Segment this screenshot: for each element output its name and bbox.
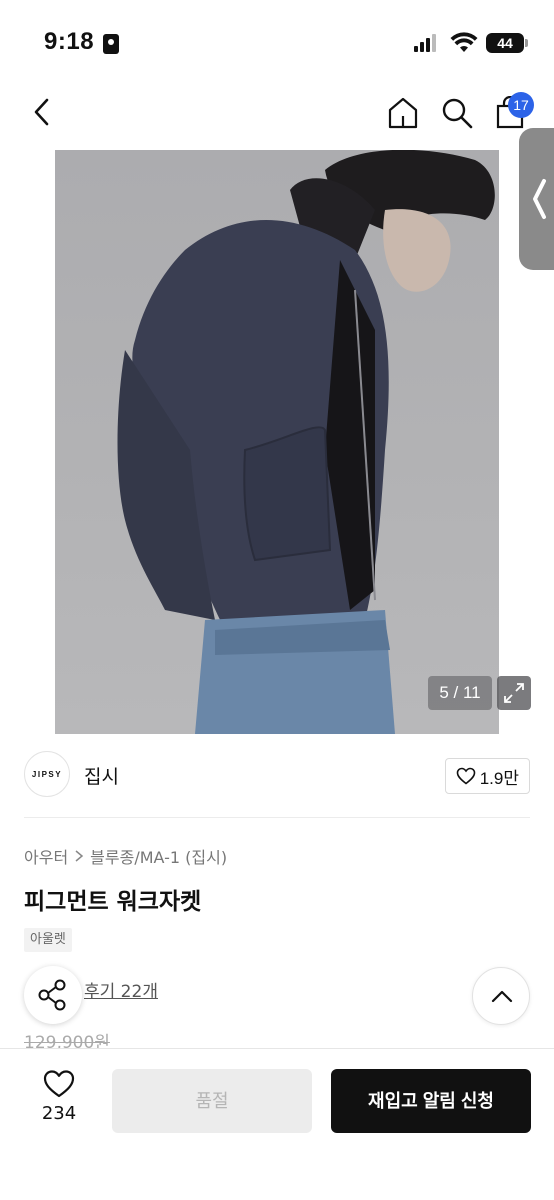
search-icon[interactable] bbox=[440, 96, 474, 130]
brand-logo[interactable]: JIPSY bbox=[24, 751, 70, 797]
id-card-icon bbox=[103, 34, 119, 54]
share-icon bbox=[38, 979, 66, 1011]
product-title: 피그먼트 워크자켓 bbox=[24, 889, 202, 915]
brand-like-count: 1.9만 bbox=[479, 768, 519, 788]
status-time: 9:18 bbox=[44, 28, 95, 55]
heart-icon bbox=[43, 1070, 75, 1098]
breadcrumb-item[interactable]: 아우터 bbox=[24, 844, 68, 868]
brand-name[interactable]: 집시 bbox=[84, 762, 119, 789]
top-nav bbox=[0, 84, 554, 144]
share-button[interactable] bbox=[24, 966, 82, 1024]
chevron-up-icon bbox=[491, 990, 513, 1003]
product-photo-illustration bbox=[117, 150, 495, 734]
cart-count-badge: 17 bbox=[508, 92, 534, 118]
cellular-signal-icon bbox=[414, 34, 440, 52]
status-bar: 9:18 44 bbox=[0, 0, 554, 84]
product-image[interactable] bbox=[55, 150, 499, 734]
image-counter: 5 / 11 bbox=[428, 676, 492, 710]
review-link[interactable]: 후기 22개 bbox=[84, 977, 158, 1002]
home-icon[interactable] bbox=[386, 96, 420, 130]
chevron-left-icon bbox=[533, 179, 546, 219]
brand-row[interactable]: JIPSY 집시 1.9만 bbox=[24, 734, 530, 818]
back-arrow-icon[interactable] bbox=[28, 94, 56, 130]
wifi-icon bbox=[450, 32, 478, 52]
wishlist-count: 234 bbox=[41, 1103, 77, 1124]
breadcrumb: 아우터 블루종/MA-1 (집시) bbox=[24, 844, 227, 868]
brand-like-button[interactable]: 1.9만 bbox=[444, 758, 530, 794]
chevron-right-icon bbox=[75, 850, 84, 862]
restock-notify-button[interactable]: 재입고 알림 신청 bbox=[331, 1069, 531, 1133]
breadcrumb-item[interactable]: 블루종/MA-1 (집시) bbox=[90, 844, 227, 868]
battery-icon: 44 bbox=[486, 33, 528, 53]
wishlist-button[interactable]: 234 bbox=[24, 1069, 94, 1137]
outlet-badge: 아울렛 bbox=[24, 928, 72, 952]
bottom-action-bar: 234 품절 재입고 알림 신청 bbox=[0, 1048, 554, 1200]
sold-out-button: 품절 bbox=[112, 1069, 312, 1133]
expand-image-icon[interactable] bbox=[497, 676, 531, 710]
heart-icon bbox=[456, 767, 476, 785]
side-drawer-handle[interactable] bbox=[519, 128, 554, 270]
scroll-to-top-button[interactable] bbox=[472, 967, 530, 1025]
